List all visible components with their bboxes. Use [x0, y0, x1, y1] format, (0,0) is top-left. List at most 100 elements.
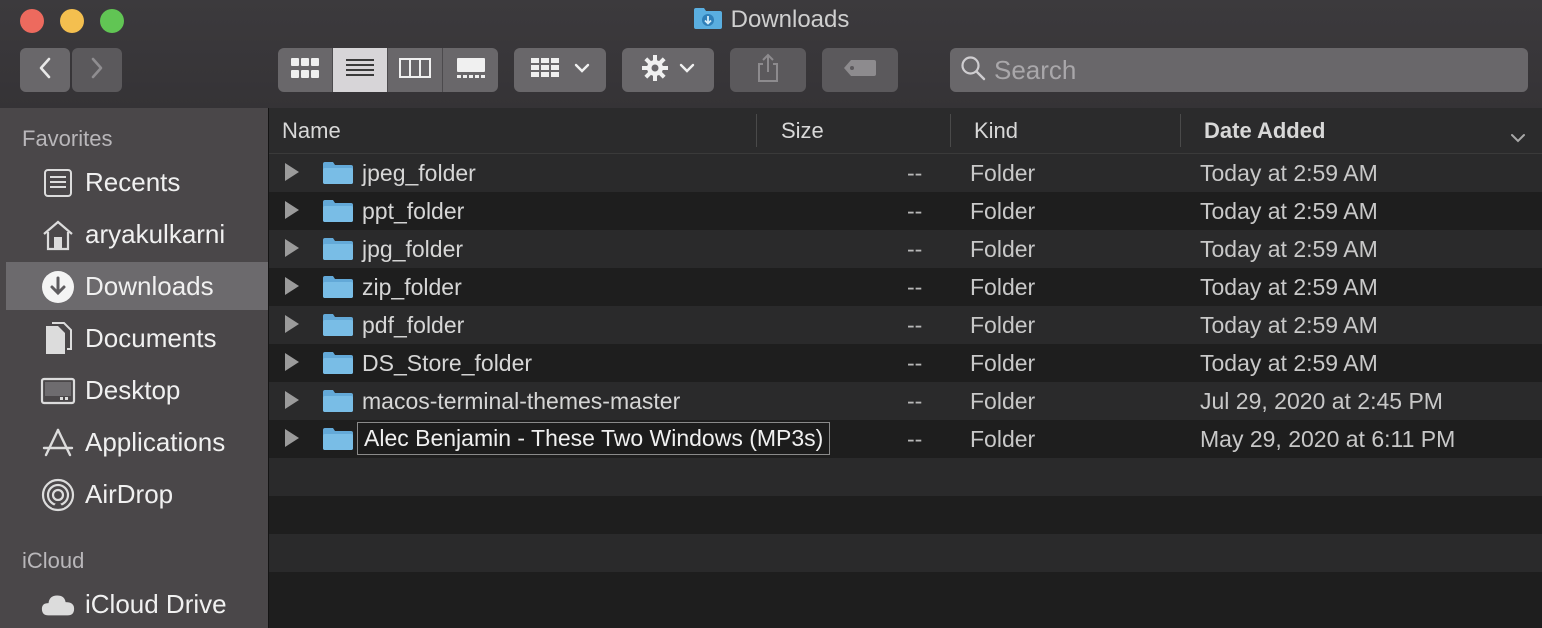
chevron-right-icon	[89, 56, 105, 85]
downloads-folder-icon	[693, 6, 723, 37]
file-date-added: Today at 2:59 AM	[1200, 274, 1378, 300]
column-divider[interactable]	[950, 114, 951, 147]
disclosure-triangle-icon[interactable]	[285, 201, 299, 219]
file-kind: Folder	[970, 274, 1036, 300]
sidebar-item-home[interactable]: aryakulkarni	[6, 210, 268, 258]
file-row[interactable]: zip_folder -- Folder Today at 2:59 AM	[269, 268, 1542, 306]
sidebar-item-label: Desktop	[85, 374, 181, 405]
applications-icon	[40, 428, 76, 458]
folder-icon	[322, 313, 354, 343]
file-kind: Folder	[970, 236, 1036, 262]
file-size: --	[907, 388, 923, 414]
chevron-left-icon	[37, 56, 53, 85]
sort-descending-icon[interactable]	[1510, 124, 1526, 150]
airdrop-icon	[40, 478, 76, 512]
file-date-added: Today at 2:59 AM	[1200, 236, 1378, 262]
file-row[interactable]: jpg_folder -- Folder Today at 2:59 AM	[269, 230, 1542, 268]
empty-row	[269, 572, 1542, 610]
sidebar: Favorites Recents aryakulkarni Downloads…	[0, 108, 269, 628]
file-row[interactable]: Alec Benjamin - These Two Windows (MP3s)…	[269, 420, 1542, 458]
file-date-added: Jul 29, 2020 at 2:45 PM	[1200, 388, 1443, 414]
empty-row	[269, 458, 1542, 496]
disclosure-triangle-icon[interactable]	[285, 315, 299, 333]
window-title-text: Downloads	[730, 6, 850, 33]
file-size: --	[907, 160, 923, 186]
column-divider[interactable]	[756, 114, 757, 147]
file-date-added: Today at 2:59 AM	[1200, 160, 1378, 186]
file-kind: Folder	[970, 312, 1036, 338]
window-title: Downloads	[0, 6, 1542, 37]
column-view-button[interactable]	[388, 48, 443, 92]
folder-icon	[322, 237, 354, 267]
file-date-added: May 29, 2020 at 6:11 PM	[1200, 426, 1456, 452]
back-button[interactable]	[20, 48, 70, 92]
search-placeholder: Search	[994, 54, 1077, 85]
file-size: --	[907, 350, 923, 376]
sidebar-item-label: aryakulkarni	[85, 218, 226, 249]
sidebar-item-downloads[interactable]: Downloads	[6, 262, 268, 310]
sidebar-item-label: AirDrop	[85, 478, 174, 509]
sidebar-item-applications[interactable]: Applications	[6, 418, 268, 466]
recents-icon	[40, 168, 76, 198]
column-header-size[interactable]: Size	[781, 118, 824, 144]
gallery-view-button[interactable]	[443, 48, 498, 92]
file-row[interactable]: jpeg_folder -- Folder Today at 2:59 AM	[269, 154, 1542, 192]
file-kind: Folder	[970, 350, 1036, 376]
search-icon	[960, 55, 986, 86]
sidebar-item-label: iCloud Drive	[85, 588, 227, 619]
file-size: --	[907, 198, 923, 224]
gallery-icon	[456, 57, 486, 84]
grid-group-icon	[530, 57, 560, 84]
icloud-heading: iCloud	[22, 548, 85, 573]
file-kind: Folder	[970, 426, 1036, 452]
search-field[interactable]: Search	[950, 48, 1528, 92]
column-divider[interactable]	[1180, 114, 1181, 147]
disclosure-triangle-icon[interactable]	[285, 391, 299, 409]
file-name: pdf_folder	[362, 312, 465, 338]
sidebar-item-documents[interactable]: Documents	[6, 314, 268, 362]
action-menu-button[interactable]	[622, 48, 714, 92]
file-kind: Folder	[970, 388, 1036, 414]
sidebar-item-airdrop[interactable]: AirDrop	[6, 470, 268, 518]
file-size: --	[907, 274, 923, 300]
column-header-name[interactable]: Name	[282, 118, 341, 144]
disclosure-triangle-icon[interactable]	[285, 239, 299, 257]
sidebar-item-recents[interactable]: Recents	[6, 158, 268, 206]
file-name: jpg_folder	[362, 236, 464, 262]
sidebar-item-label: Applications	[85, 426, 226, 457]
rename-field[interactable]: Alec Benjamin - These Two Windows (MP3s)	[357, 422, 831, 455]
file-rows: jpeg_folder -- Folder Today at 2:59 AM p…	[269, 154, 1542, 610]
column-header-kind[interactable]: Kind	[974, 118, 1018, 144]
file-kind: Folder	[970, 160, 1036, 186]
folder-icon	[322, 161, 354, 191]
edit-tags-button[interactable]	[822, 48, 898, 92]
columns-icon	[399, 57, 431, 84]
file-size: --	[907, 236, 923, 262]
downloads-icon	[40, 271, 76, 303]
empty-row	[269, 534, 1542, 572]
file-kind: Folder	[970, 198, 1036, 224]
folder-icon	[322, 427, 354, 457]
file-row[interactable]: DS_Store_folder -- Folder Today at 2:59 …	[269, 344, 1542, 382]
disclosure-triangle-icon[interactable]	[285, 429, 299, 447]
sidebar-item-label: Downloads	[85, 270, 214, 301]
disclosure-triangle-icon[interactable]	[285, 277, 299, 295]
share-button[interactable]	[730, 48, 806, 92]
disclosure-triangle-icon[interactable]	[285, 163, 299, 181]
file-row[interactable]: macos-terminal-themes-master -- Folder J…	[269, 382, 1542, 420]
file-row[interactable]: ppt_folder -- Folder Today at 2:59 AM	[269, 192, 1542, 230]
file-date-added: Today at 2:59 AM	[1200, 350, 1378, 376]
sidebar-item-desktop[interactable]: Desktop	[6, 366, 268, 414]
file-name: macos-terminal-themes-master	[362, 388, 681, 414]
sidebar-item-icloud-drive[interactable]: iCloud Drive	[6, 580, 268, 628]
list-lines-icon	[345, 57, 375, 84]
forward-button[interactable]	[72, 48, 122, 92]
column-header-date-added[interactable]: Date Added	[1204, 118, 1325, 144]
disclosure-triangle-icon[interactable]	[285, 353, 299, 371]
toolbar: Downloads Search	[0, 0, 1542, 109]
file-row[interactable]: pdf_folder -- Folder Today at 2:59 AM	[269, 306, 1542, 344]
list-view-button[interactable]	[333, 48, 388, 92]
icon-view-button[interactable]	[278, 48, 333, 92]
group-by-button[interactable]	[514, 48, 606, 92]
file-size: --	[907, 426, 923, 452]
